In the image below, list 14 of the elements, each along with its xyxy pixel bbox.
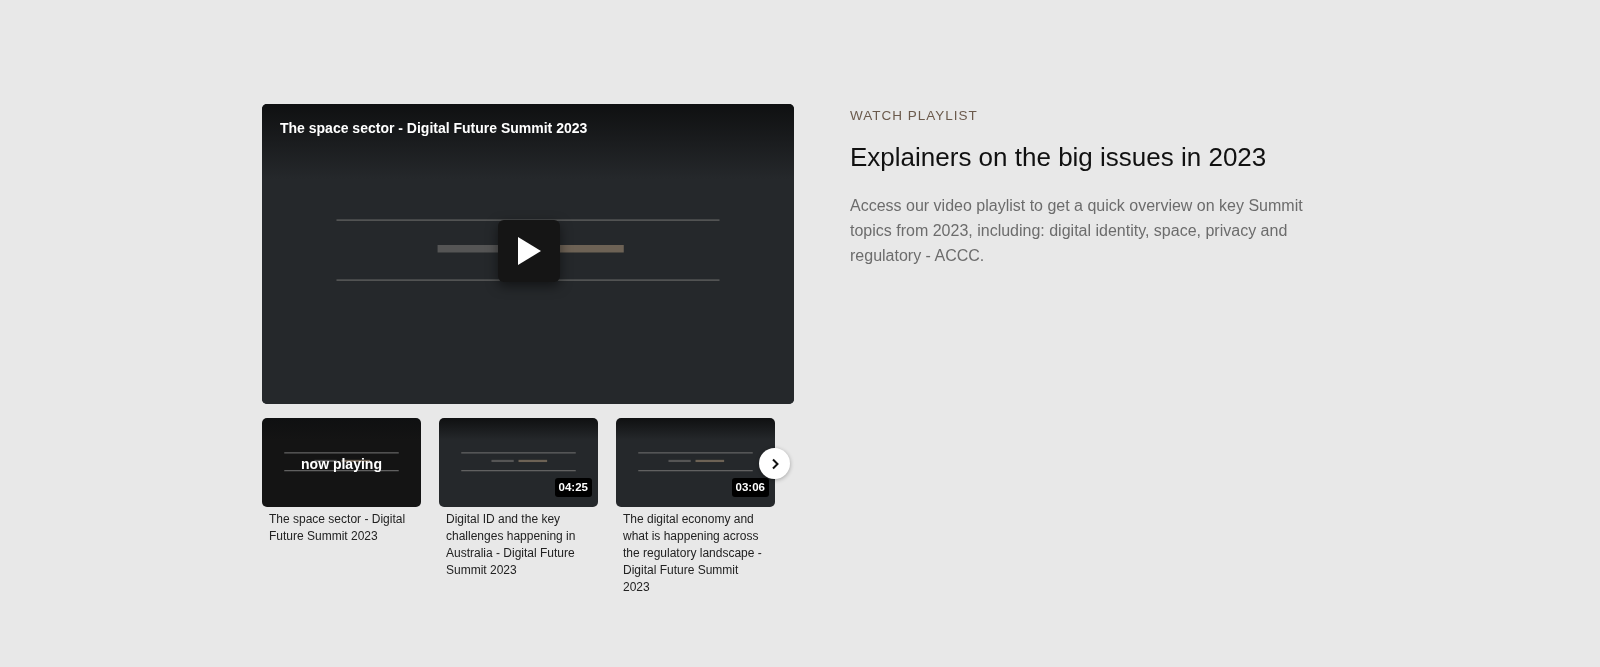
video-thumbnail[interactable]: 03:06 [616,418,775,507]
section-description: Access our video playlist to get a quick overview on key Summit topics from 2023, including: digital identity, space, privacy and regulatory - ACCC. [850,196,1304,267]
video-title[interactable]: The space sector - Digital Future Summit 2023 [262,507,421,545]
next-button[interactable] [759,448,790,479]
video-title: The space sector - Digital Future Summit 2023 [280,119,588,138]
video-thumbnail[interactable]: now playing [262,418,421,507]
now-playing-label: now playing [300,455,383,474]
play-icon [516,236,542,266]
section-heading: Explainers on the big issues in 2023 [850,142,1268,174]
play-button[interactable] [498,220,560,282]
video-thumbnail[interactable]: 04:25 [439,418,598,507]
video-title[interactable]: Digital ID and the key challenges happening in Australia - Digital Future Summit 2023 [439,507,598,579]
video-title[interactable]: The digital economy and what is happening across the regulatory landscape - Digital Future Summit 2023 [616,507,775,596]
section-label: WATCH PLAYLIST [850,107,979,125]
